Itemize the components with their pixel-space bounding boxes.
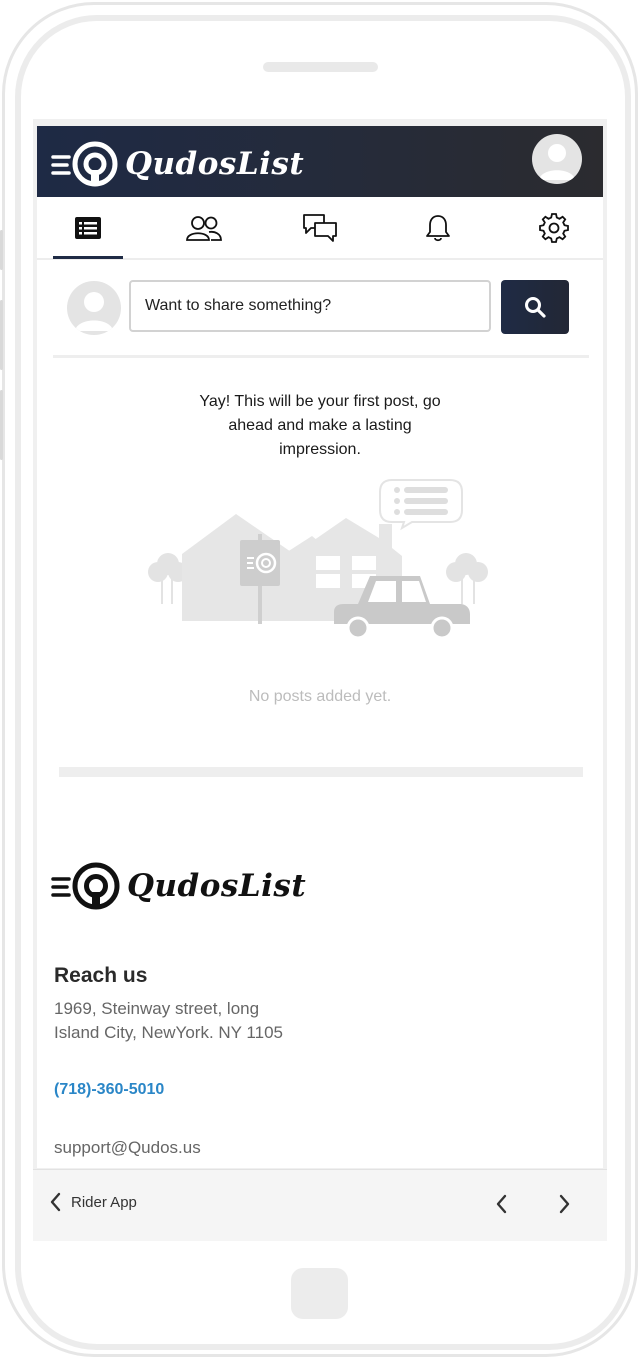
back-label: Rider App (71, 1193, 137, 1211)
footer-logo[interactable]: QudosList (51, 858, 306, 914)
address-line-2: Island City, NewYork. NY 1105 (54, 1023, 283, 1042)
search-button[interactable] (501, 280, 569, 334)
tab-settings[interactable] (519, 197, 589, 258)
share-input[interactable]: Want to share something? (129, 280, 491, 332)
phone-side-button (0, 390, 3, 460)
qudos-logo-icon (51, 862, 120, 910)
reach-us-heading: Reach us (54, 964, 148, 987)
app-view: QudosList Want to share something? Yay! … (37, 126, 603, 1168)
tab-feed[interactable] (53, 197, 123, 259)
chevron-right-icon (559, 1194, 570, 1214)
app-logo-text: QudosList (125, 146, 305, 182)
address: 1969, Steinway street, long Island City,… (54, 997, 354, 1045)
email-link[interactable]: support@Qudos.us (54, 1138, 201, 1158)
user-avatar-icon (75, 292, 113, 331)
phone-screen: QudosList Want to share something? Yay! … (33, 119, 607, 1241)
first-post-message: Yay! This will be your first post, go ah… (199, 393, 441, 458)
address-line-1: 1969, Steinway street, long (54, 999, 260, 1018)
phone-side-button (0, 230, 3, 270)
tab-bar (37, 197, 603, 260)
top-bar: QudosList (37, 126, 603, 197)
tab-messages[interactable] (285, 197, 355, 258)
tab-notifications[interactable] (403, 197, 473, 258)
tab-friends[interactable] (169, 197, 239, 258)
footer-logo-text: QudosList (127, 868, 307, 904)
empty-state-text: No posts added yet. (248, 688, 392, 705)
browser-nav-bar: Rider App (33, 1169, 607, 1241)
post-composer: Want to share something? (53, 261, 589, 358)
gear-icon (539, 212, 569, 243)
search-icon (525, 297, 546, 318)
phone-side-button (0, 300, 3, 370)
user-avatar-icon (539, 144, 575, 180)
phone-speaker (263, 62, 378, 72)
chevron-left-icon (50, 1192, 61, 1212)
chevron-left-icon (496, 1194, 507, 1214)
composer-avatar (67, 281, 121, 335)
users-icon (186, 215, 222, 241)
qudos-logo-icon (51, 141, 118, 187)
chat-icon (303, 213, 337, 242)
phone-link[interactable]: (718)-360-5010 (54, 1081, 164, 1099)
section-divider (59, 767, 583, 777)
list-icon (75, 216, 101, 239)
prev-page-button[interactable] (491, 1192, 511, 1216)
user-avatar[interactable] (532, 134, 582, 184)
empty-feed-illustration (148, 479, 488, 640)
app-logo[interactable]: QudosList (51, 140, 304, 188)
next-page-button[interactable] (555, 1192, 575, 1216)
back-button[interactable]: Rider App (49, 1192, 137, 1212)
bell-icon (426, 214, 450, 241)
phone-home-button[interactable] (291, 1268, 348, 1319)
